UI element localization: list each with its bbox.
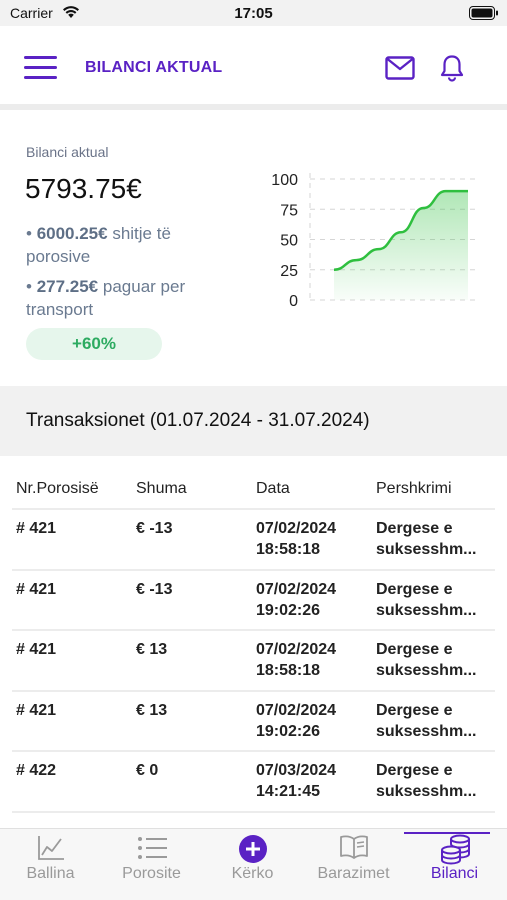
order-number: # 421 [16,641,57,658]
y-tick-label: 25 [280,263,298,280]
order-number: # 421 [16,520,57,537]
menu-icon[interactable] [24,56,57,80]
y-tick-label: 50 [280,233,298,250]
date: 07/02/2024 19:02:26 [256,700,371,742]
column-header-description[interactable]: Pershkrimi [376,480,494,498]
description-line1: Dergese e [376,762,453,779]
app-header: BILANCI AKTUAL [0,26,507,110]
description-line1: Dergese e [376,641,453,658]
sales-summary: • 6000.25€ shitje të porosive [26,224,171,266]
tab-barazimet[interactable]: Barazimet [303,829,404,900]
column-header-order[interactable]: Nr.Porosisë [16,480,99,498]
description: Dergese e suksesshm... [376,518,494,560]
chart-area [334,191,468,300]
description-line1: Dergese e [376,580,453,598]
description-line2: suksesshm... [376,722,477,740]
date-day: 07/02/2024 [256,580,337,598]
table-row[interactable]: # 422 € 0 07/03/2024 14:21:45 Dergese e su… [12,752,495,813]
date: 07/02/2024 19:02:26 [256,579,371,621]
description: Dergese e suksesshm... [376,579,494,621]
description-line1: Dergese e [376,520,453,537]
order-number: # 422 [16,762,57,779]
clock-time: 17:05 [234,5,273,22]
tab-label: Porosite [122,865,181,882]
transactions-header: Transaksionet (01.07.2024 - 31.07.2024) [0,386,507,456]
status-bar: Carrier 17:05 [0,0,507,26]
table-row[interactable]: # 421 € 13 07/02/2024 18:58:18 Dergese e s… [12,631,495,692]
transport-summary: • 277.25€ paguar per transport [26,277,186,319]
battery-icon [469,6,499,25]
growth-badge: +60% [26,328,162,360]
description-line1: Dergese e [376,701,453,719]
description-line2: suksesshm... [376,601,477,619]
table-row[interactable]: # 421 € -13 07/02/2024 19:02:26 Dergese e… [12,571,495,631]
balance-label: Bilanci aktual [26,144,109,160]
tab-label: Kërko [231,865,274,882]
description-line2: suksesshm... [376,783,477,800]
date-time: 14:21:45 [256,783,321,800]
order-number: # 421 [16,580,57,598]
tab-label: Bilanci [430,865,479,882]
description: Dergese e suksesshm... [376,639,494,681]
tab-bilanci[interactable]: Bilanci [404,829,507,900]
book-icon [339,834,369,865]
column-header-date[interactable]: Data [256,480,371,498]
date-day: 07/02/2024 [256,701,337,719]
tab-porosite[interactable]: Porosite [101,829,202,900]
tab-kerko[interactable]: Kërko [202,829,303,900]
list-icon [136,834,168,867]
column-header-amount[interactable]: Shuma [136,480,187,498]
tab-label: Ballina [26,865,75,882]
description: Dergese e suksesshm... [376,700,494,742]
description: Dergese e suksesshm... [376,760,494,802]
date: 07/03/2024 14:21:45 [256,760,371,802]
page-title: BILANCI AKTUAL [85,59,223,76]
tab-bar: Ballina Porosite Kërko Barazimet Bilanci [0,828,507,900]
plus-circle-icon [238,834,268,869]
table-row[interactable]: # 421 € 13 07/02/2024 19:02:26 Dergese e s… [12,692,495,752]
amount: € -13 [136,580,173,598]
date-time: 19:02:26 [256,722,321,740]
mail-icon[interactable] [385,56,415,85]
date-time: 18:58:18 [256,541,321,558]
date-day: 07/02/2024 [256,520,337,537]
chart-line-icon [36,834,66,867]
amount: € 13 [136,701,168,719]
tab-label: Barazimet [317,865,390,882]
description-line2: suksesshm... [376,541,477,558]
y-tick-label: 100 [271,172,298,189]
transactions-table: Nr.Porosisë Shuma Data Pershkrimi # 421 … [12,470,495,813]
order-number: # 421 [16,701,57,719]
sales-amount: 6000.25€ [36,224,108,243]
table-row[interactable]: # 421 € -13 07/02/2024 18:58:18 Dergese e… [12,510,495,571]
date: 07/02/2024 18:58:18 [256,639,371,681]
balance-chart: 100 75 50 25 0 [271,172,480,310]
amount: € 13 [136,641,168,658]
balance-amount: 5793.75€ [25,173,142,204]
date-time: 19:02:26 [256,601,321,619]
balance-card: Bilanci aktual 5793.75€ • 6000.25€ shitj… [0,116,507,386]
date: 07/02/2024 18:58:18 [256,518,371,560]
amount: € 0 [136,762,159,779]
date-time: 18:58:18 [256,662,321,679]
transport-amount: 277.25€ [36,277,99,296]
table-header: Nr.Porosisë Shuma Data Pershkrimi [12,470,495,510]
y-tick-label: 0 [289,293,298,310]
date-day: 07/02/2024 [256,641,337,658]
transactions-title: Transaksionet (01.07.2024 - 31.07.2024) [26,410,370,431]
app-screen: Carrier 17:05 BILANCI AKTUAL Bilanci akt… [0,0,507,900]
y-tick-label: 75 [280,202,298,219]
amount: € -13 [136,520,173,537]
description-line2: suksesshm... [376,662,477,679]
date-day: 07/03/2024 [256,762,337,779]
tab-ballina[interactable]: Ballina [0,829,101,900]
bell-icon[interactable] [440,54,464,87]
